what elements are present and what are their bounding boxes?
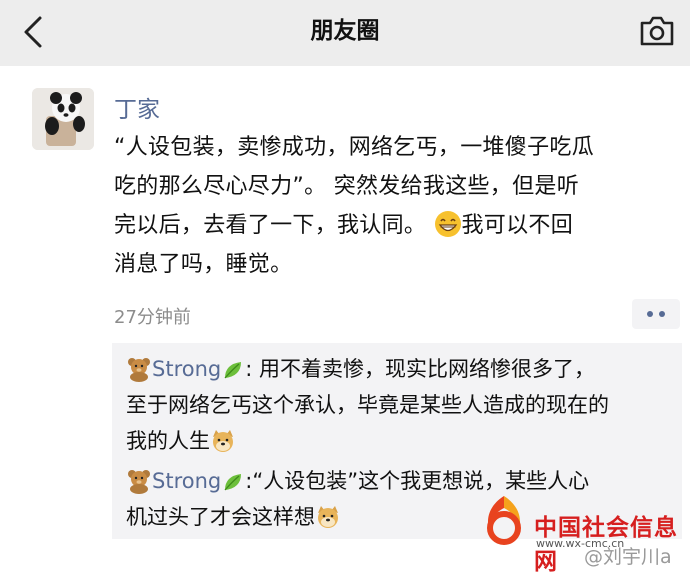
more-dots-icon[interactable] [632,299,680,329]
panda-avatar-icon [32,88,94,150]
comment-line: 至于网络乞丐这个承认，毕竟是某些人造成的现在的 [126,393,609,417]
comment-text: “人设包装”这个我更想说，某些人心 [252,469,590,493]
post-text-segment: 完以后，去看了一下，我认同。 [114,213,434,238]
author-name[interactable]: 丁家 [114,90,160,124]
leaf-emoji-icon [224,362,242,379]
page-title: 朋友圈 [310,18,380,44]
comment-text: 用不着卖惨，现实比网络惨很多了， [252,357,595,381]
comment-author[interactable]: Strong [152,469,221,493]
watermark-weibo-handle: @刘宇川a [584,546,672,568]
doge-emoji-icon [318,506,338,528]
post-text: “人设包装，卖惨成功，网络乞丐，一堆傻子吃瓜 吃的那么尽心尽力”。 突然发给我这… [114,128,679,284]
bear-emoji-icon [128,358,150,382]
comment-item[interactable]: Strong : 用不着卖惨，现实比网络惨很多了， 至于网络乞丐这个承认，毕竟是… [126,351,671,459]
post-text-line: 完以后，去看了一下，我认同。 我可以不回 [114,206,679,245]
leaf-emoji-icon [224,474,242,491]
comment-line: Strong : 用不着卖惨，现实比网络惨很多了， [126,351,671,387]
post-text-line: 消息了吗，睡觉。 [114,252,293,277]
post-text-segment: 我可以不回 [461,213,574,238]
comment-author[interactable]: Strong [152,357,221,381]
site-logo-icon [487,496,521,545]
nav-bar: 朋友圈 [0,0,690,66]
avatar[interactable] [32,88,94,150]
post-text-line: 吃的那么尽心尽力”。 突然发给我这些，但是听 [114,174,579,199]
comment-text: 我的人生 [126,429,210,453]
post-timestamp: 27分钟前 [114,307,191,328]
comment-text: 机过头了才会这样想 [126,505,315,529]
comment-line: 我的人生 [126,423,671,459]
grin-emoji-icon [434,211,461,237]
comment-line: Strong :“人设包装”这个我更想说，某些人心 [126,463,671,499]
camera-icon[interactable] [638,14,676,48]
doge-emoji-icon [213,430,233,452]
post-text-line: “人设包装，卖惨成功，网络乞丐，一堆傻子吃瓜 [114,135,594,160]
bear-emoji-icon [128,470,150,494]
